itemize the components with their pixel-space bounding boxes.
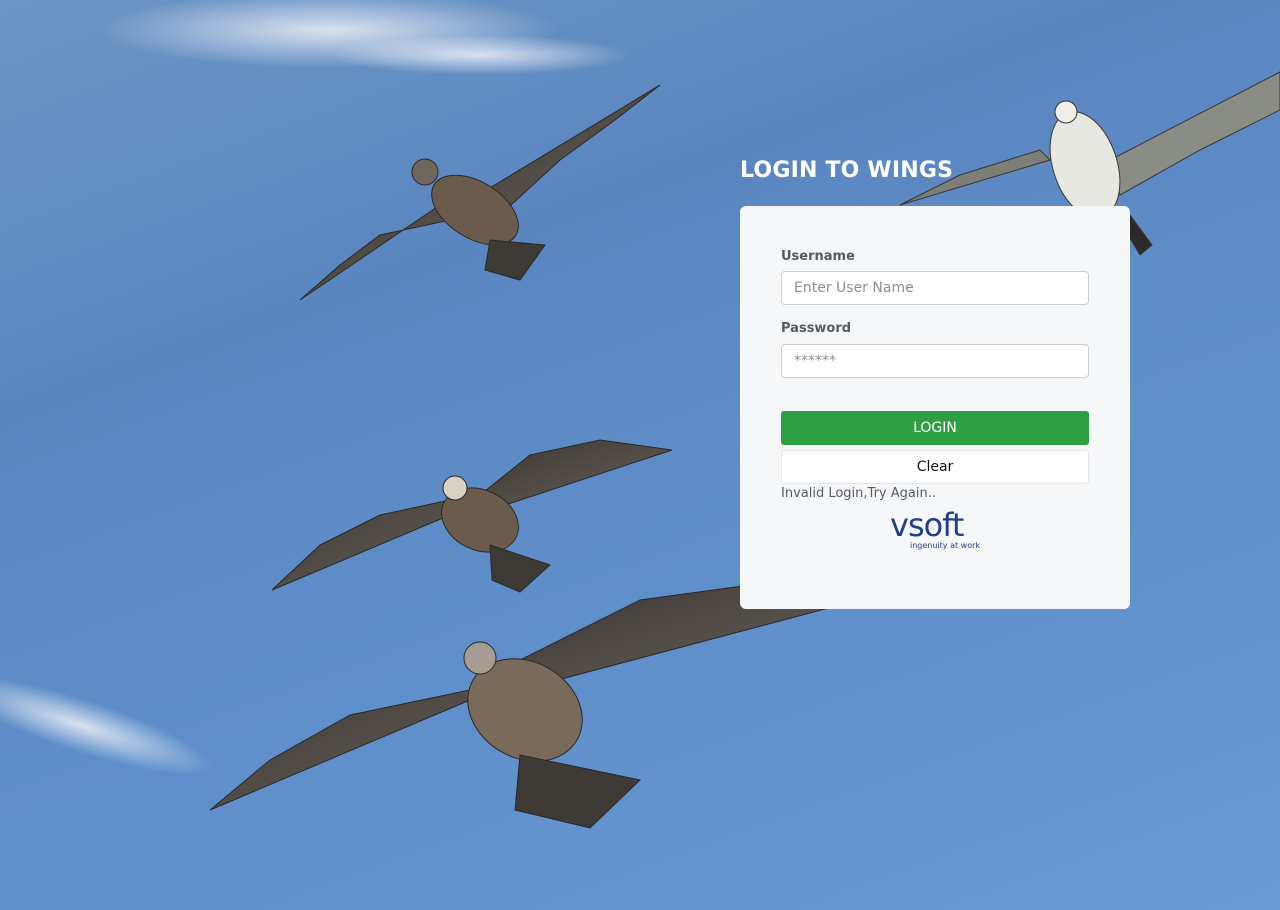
gull-bottom	[209, 584, 841, 829]
username-input[interactable]	[781, 271, 1089, 305]
login-button[interactable]: LOGIN	[781, 411, 1089, 445]
username-label: Username	[781, 249, 855, 264]
gull-top	[299, 84, 661, 301]
error-message: Invalid Login,Try Again..	[781, 486, 936, 501]
gull-middle	[271, 439, 673, 593]
cloud-top-2	[330, 35, 630, 75]
vsoft-logo: vsoft ingenuity at work	[890, 506, 980, 550]
page-title: LOGIN TO WINGS	[740, 158, 954, 183]
login-card: Username Password LOGIN Clear Invalid Lo…	[740, 206, 1130, 609]
password-label: Password	[781, 321, 852, 336]
clear-button[interactable]: Clear	[781, 450, 1089, 484]
cloud-bottom-left	[0, 675, 214, 775]
svg-text:vsoft: vsoft	[890, 506, 964, 544]
svg-text:ingenuity at work: ingenuity at work	[910, 541, 980, 550]
password-input[interactable]	[781, 344, 1089, 378]
login-page: LOGIN TO WINGS Username Password LOGIN C…	[0, 0, 1280, 910]
